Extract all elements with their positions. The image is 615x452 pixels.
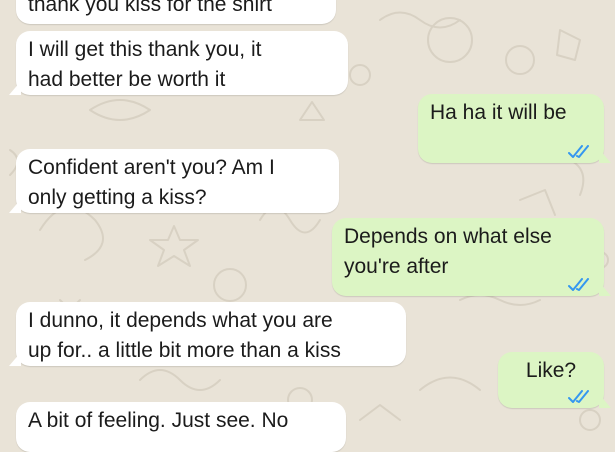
message-bubble-incoming[interactable]: thank you kiss for the shirt [16, 0, 336, 24]
message-text: Ha ha it will be [430, 101, 567, 124]
message-bubble-outgoing[interactable]: Depends on what else you're after [332, 218, 611, 296]
message-text: I dunno, it depends what you are up for.… [28, 309, 341, 362]
read-receipt-icon [568, 278, 589, 291]
message-text: Like? [525, 359, 577, 382]
message-bubble-incoming[interactable]: I will get this thank you, it had better… [9, 31, 348, 95]
message-bubble-incoming[interactable]: A bit of feeling. Just see. No [16, 402, 346, 452]
bubble-tail [9, 352, 21, 366]
message-bubble-incoming[interactable]: Confident aren't you? Am I only getting … [9, 149, 339, 213]
message-bubble-outgoing[interactable]: Like? [498, 352, 611, 408]
message-text: A bit of feeling. Just see. No [28, 409, 289, 432]
message-text: Depends on what else you're after [344, 225, 552, 278]
read-receipt-icon [568, 145, 589, 158]
bubble-tail [9, 199, 21, 213]
bubble-tail [9, 81, 21, 95]
bubble-tail [599, 149, 611, 163]
message-text: I will get this thank you, it had better… [28, 38, 262, 91]
message-bubble-incoming[interactable]: I dunno, it depends what you are up for.… [9, 302, 406, 366]
read-receipt-icon [568, 390, 589, 403]
message-bubble-outgoing[interactable]: Ha ha it will be [418, 94, 611, 163]
bubble-tail [599, 282, 611, 296]
bubble-tail [599, 394, 611, 408]
message-text: Confident aren't you? Am I only getting … [28, 156, 275, 209]
message-text: thank you kiss for the shirt [28, 0, 272, 16]
